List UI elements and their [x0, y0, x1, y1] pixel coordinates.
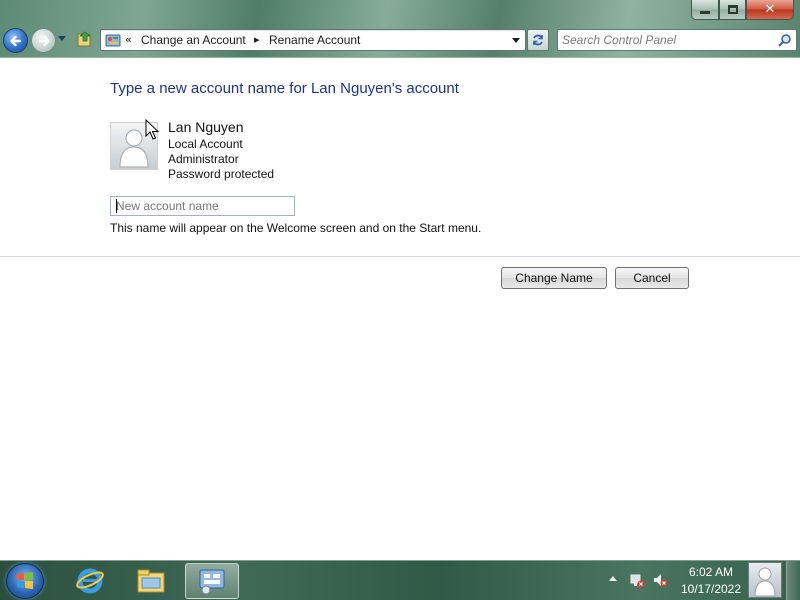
- minimize-button[interactable]: [691, 0, 719, 20]
- address-bar[interactable]: « Change an Account ▸ Rename Account: [100, 29, 526, 51]
- back-arrow-icon: [9, 35, 21, 46]
- change-name-button[interactable]: Change Name: [501, 267, 607, 289]
- minimize-icon: [700, 11, 710, 14]
- page-title: Type a new account name for Lan Nguyen's…: [110, 80, 459, 97]
- taskbar-windows-explorer[interactable]: [124, 563, 178, 599]
- volume-muted-icon[interactable]: [652, 572, 668, 588]
- maximize-icon: [727, 5, 738, 14]
- clock-date[interactable]: 10/17/2022: [670, 582, 752, 596]
- search-icon[interactable]: [777, 33, 792, 48]
- close-button[interactable]: ✕: [746, 0, 794, 20]
- search-input[interactable]: [562, 32, 774, 48]
- refresh-button[interactable]: [527, 29, 549, 51]
- forward-arrow-icon: [38, 35, 50, 46]
- taskbar-user-tile[interactable]: [748, 562, 782, 598]
- new-account-name-input[interactable]: [110, 196, 295, 216]
- forward-button[interactable]: [31, 28, 56, 53]
- show-desktop-button[interactable]: [786, 561, 800, 600]
- content-area: Type a new account name for Lan Nguyen's…: [0, 59, 800, 560]
- taskbar-control-panel[interactable]: [185, 563, 239, 599]
- show-hidden-icons-button[interactable]: [609, 576, 617, 581]
- taskbar-internet-explorer[interactable]: [63, 563, 117, 599]
- chevron-down-icon: [512, 37, 520, 43]
- network-error-icon[interactable]: [629, 572, 645, 588]
- breadcrumb-separator[interactable]: ▸: [254, 33, 260, 46]
- mouse-pointer-icon: [145, 119, 159, 140]
- user-icon: [754, 567, 776, 597]
- start-button[interactable]: [6, 563, 44, 599]
- breadcrumb-overflow[interactable]: «: [125, 33, 132, 46]
- internet-explorer-icon: [76, 568, 104, 594]
- account-type: Local Account: [168, 137, 243, 151]
- control-panel-icon: [105, 34, 121, 47]
- refresh-icon: [533, 34, 543, 46]
- breadcrumb-change-account[interactable]: Change an Account: [141, 33, 246, 47]
- search-box[interactable]: [557, 29, 797, 51]
- windows-logo-icon: [17, 572, 33, 589]
- divider: [0, 256, 800, 257]
- address-dropdown[interactable]: [507, 30, 525, 50]
- close-icon: ✕: [764, 2, 776, 17]
- caption-buttons: ✕: [691, 0, 794, 20]
- maximize-button[interactable]: [719, 0, 746, 20]
- up-level-icon[interactable]: [76, 30, 94, 48]
- control-panel-icon: [199, 569, 225, 595]
- folder-icon: [137, 569, 165, 593]
- password-status: Password protected: [168, 167, 275, 181]
- clock-time[interactable]: 6:02 AM: [670, 565, 752, 579]
- account-role: Administrator: [168, 152, 239, 166]
- breadcrumb-rename-account[interactable]: Rename Account: [269, 33, 360, 47]
- window-chrome: ✕ « Change an Account ▸ Rename Account: [0, 0, 800, 58]
- back-button[interactable]: [3, 28, 28, 53]
- cancel-button[interactable]: Cancel: [615, 267, 689, 289]
- recent-pages-dropdown[interactable]: [58, 36, 66, 41]
- account-name: Lan Nguyen: [168, 119, 244, 135]
- text-caret: [116, 199, 117, 213]
- hint-text: This name will appear on the Welcome scr…: [110, 221, 482, 235]
